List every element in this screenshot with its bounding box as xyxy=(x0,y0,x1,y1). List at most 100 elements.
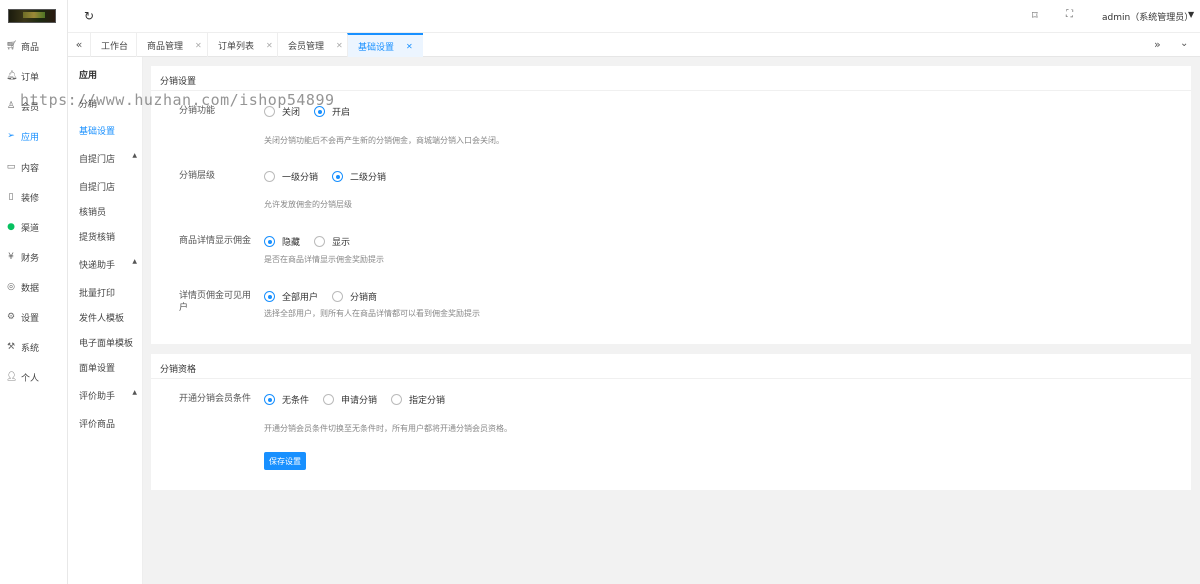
caret-up-icon: ▲ xyxy=(132,258,137,265)
sidebar-item-finance[interactable]: ¥ 财务 xyxy=(0,246,68,268)
radio-group-show-commission: 隐藏 显示 xyxy=(264,235,364,248)
radio-circle[interactable] xyxy=(391,394,403,405)
fullscreen-icon[interactable]: ⛶ xyxy=(1066,9,1073,20)
radio-label: 隐藏 xyxy=(282,238,301,248)
radio-label: 分销商 xyxy=(350,293,378,303)
sidebar-item-label: 设置 xyxy=(21,313,40,324)
main-sidebar: 🛒︎ 商品 🔔︎ 订单 ♙ 会员 ➢ 应用 ▭ 内容 ▯ 装修 ● 渠道 ¥ 财… xyxy=(0,0,68,584)
sidebar-item-label: 个人 xyxy=(21,373,40,384)
close-icon[interactable]: ✕ xyxy=(406,42,413,51)
radio-circle[interactable] xyxy=(264,291,275,302)
radio-label: 一级分销 xyxy=(282,173,319,183)
logo[interactable] xyxy=(8,9,56,23)
sidebar-item-settings[interactable]: ⚙ 设置 xyxy=(0,306,68,328)
tab-goods-management[interactable]: 商品管理 ✕ xyxy=(136,33,212,57)
sidebar-item-orders[interactable]: 🔔︎ 订单 xyxy=(0,65,68,87)
radio-apply[interactable]: 申请分销 xyxy=(323,393,377,406)
tabs-scroll-left-icon[interactable]: « xyxy=(72,38,86,51)
tabs-scroll-right-icon[interactable]: » xyxy=(1154,38,1161,51)
radio-level-one[interactable]: 一级分销 xyxy=(264,170,318,183)
subnav-group-review-helper[interactable]: 评价助手 ▲ xyxy=(79,389,137,402)
user-icon: ♙ xyxy=(6,101,16,111)
sidebar-item-channels[interactable]: ● 渠道 xyxy=(0,216,68,238)
subnav-item-verifier[interactable]: 核销员 xyxy=(79,205,106,218)
section-title: 分销资格 xyxy=(160,365,197,375)
close-icon[interactable]: ✕ xyxy=(195,41,202,50)
system-icon: ⚒ xyxy=(6,342,16,352)
sidebar-item-data[interactable]: ◎ 数据 xyxy=(0,276,68,298)
radio-circle[interactable] xyxy=(264,394,275,405)
refresh-icon[interactable]: ↻ xyxy=(84,9,98,23)
radio-distributors[interactable]: 分销商 xyxy=(332,290,377,303)
radio-level-two[interactable]: 二级分销 xyxy=(332,170,386,183)
radio-circle[interactable] xyxy=(323,394,335,405)
subnav-item-basic-settings[interactable]: 基础设置 xyxy=(79,124,115,137)
save-button[interactable]: 保存设置 xyxy=(264,452,306,470)
subnav-item-waybill-settings[interactable]: 面单设置 xyxy=(79,361,115,374)
sidebar-item-decoration[interactable]: ▯ 装修 xyxy=(0,186,68,208)
sidebar-item-goods[interactable]: 🛒︎ 商品 xyxy=(0,35,68,57)
radio-circle[interactable] xyxy=(264,236,275,247)
field-label-visible-users: 详情页佣金可见用户 xyxy=(179,291,252,313)
radio-label: 申请分销 xyxy=(341,396,378,406)
radio-group-distribution-level: 一级分销 二级分销 xyxy=(264,170,400,183)
subnav-group-pickup-store[interactable]: 自提门店 ▲ xyxy=(79,152,137,165)
wechat-icon: ● xyxy=(7,222,15,232)
tab-bar: « 工作台 商品管理 ✕ 订单列表 ✕ 会员管理 ✕ 基础设置 ✕ » ⌄ xyxy=(68,32,1200,57)
radio-circle[interactable] xyxy=(332,291,344,302)
tab-label: 基础设置 xyxy=(358,42,395,53)
sidebar-item-label: 系统 xyxy=(21,343,40,354)
sidebar-item-label: 内容 xyxy=(21,163,40,174)
radio-designated[interactable]: 指定分销 xyxy=(391,393,445,406)
radio-hide[interactable]: 隐藏 xyxy=(264,235,300,248)
radio-show[interactable]: 显示 xyxy=(314,235,350,248)
user-menu[interactable]: admin（系统管理员） xyxy=(1102,10,1193,23)
close-icon[interactable]: ✕ xyxy=(266,41,273,50)
sidebar-item-label: 应用 xyxy=(21,132,40,143)
sidebar-item-personal[interactable]: 👤︎ 个人 xyxy=(0,366,68,388)
subnav-item-pickup-verify[interactable]: 提货核销 xyxy=(79,230,115,243)
sidebar-item-apps[interactable]: ➢ 应用 xyxy=(0,125,68,147)
tag-icon[interactable]: ⌑ xyxy=(1032,9,1038,22)
radio-no-condition[interactable]: 无条件 xyxy=(264,393,309,406)
chevron-down-icon[interactable]: ⌄ xyxy=(1180,38,1188,49)
sidebar-item-content[interactable]: ▭ 内容 xyxy=(0,156,68,178)
subnav-item-eorder-template[interactable]: 电子面单模板 xyxy=(79,336,133,349)
tab-basic-settings[interactable]: 基础设置 ✕ xyxy=(347,33,423,57)
sub-sidebar-title: 应用 xyxy=(79,71,98,81)
field-label-distribution-level: 分销层级 xyxy=(179,171,216,181)
subnav-item-pickup-store[interactable]: 自提门店 xyxy=(79,180,115,193)
sidebar-item-label: 数据 xyxy=(21,283,40,294)
field-hint: 开通分销会员条件切换至无条件时，所有用户都将开通分销会员资格。 xyxy=(264,424,512,433)
gear-icon: ⚙ xyxy=(6,312,16,322)
radio-circle[interactable] xyxy=(332,171,344,182)
subnav-item-sender-template[interactable]: 发件人模板 xyxy=(79,311,124,324)
field-hint: 关闭分销功能后不会再产生新的分销佣金，商城端分销入口会关闭。 xyxy=(264,136,504,145)
cart-icon: 🛒︎ xyxy=(6,41,18,51)
radio-label: 显示 xyxy=(332,238,351,248)
radio-circle[interactable] xyxy=(264,171,275,182)
radio-label: 开启 xyxy=(332,108,351,118)
person-icon: 👤︎ xyxy=(6,372,18,382)
sidebar-item-label: 渠道 xyxy=(21,223,40,234)
sidebar-item-system[interactable]: ⚒ 系统 xyxy=(0,336,68,358)
distribution-qualification-card: 分销资格 开通分销会员条件 无条件 申请分销 指定分销 开通分销会员条件切换至无… xyxy=(151,354,1191,490)
caret-down-icon[interactable]: ▼ xyxy=(1188,10,1194,19)
phone-icon: ▯ xyxy=(8,192,14,202)
radio-circle[interactable] xyxy=(314,236,326,247)
subnav-item-batch-print[interactable]: 批量打印 xyxy=(79,286,115,299)
tab-member-management[interactable]: 会员管理 ✕ xyxy=(277,33,353,57)
tab-workbench[interactable]: 工作台 xyxy=(90,33,138,57)
subnav-group-express-helper[interactable]: 快递助手 ▲ xyxy=(79,258,137,271)
subnav-item-review-goods[interactable]: 评价商品 xyxy=(79,417,115,430)
tab-order-list[interactable]: 订单列表 ✕ xyxy=(207,33,283,57)
section-title: 分销设置 xyxy=(160,77,197,87)
sidebar-item-label: 订单 xyxy=(21,72,40,83)
yen-icon: ¥ xyxy=(8,252,14,262)
close-icon[interactable]: ✕ xyxy=(336,41,343,50)
radio-label: 指定分销 xyxy=(409,396,446,406)
radio-all-users[interactable]: 全部用户 xyxy=(264,290,318,303)
sidebar-item-label: 财务 xyxy=(21,253,40,264)
sidebar-item-label: 商品 xyxy=(21,42,40,53)
radio-group-open-condition: 无条件 申请分销 指定分销 xyxy=(264,393,459,406)
